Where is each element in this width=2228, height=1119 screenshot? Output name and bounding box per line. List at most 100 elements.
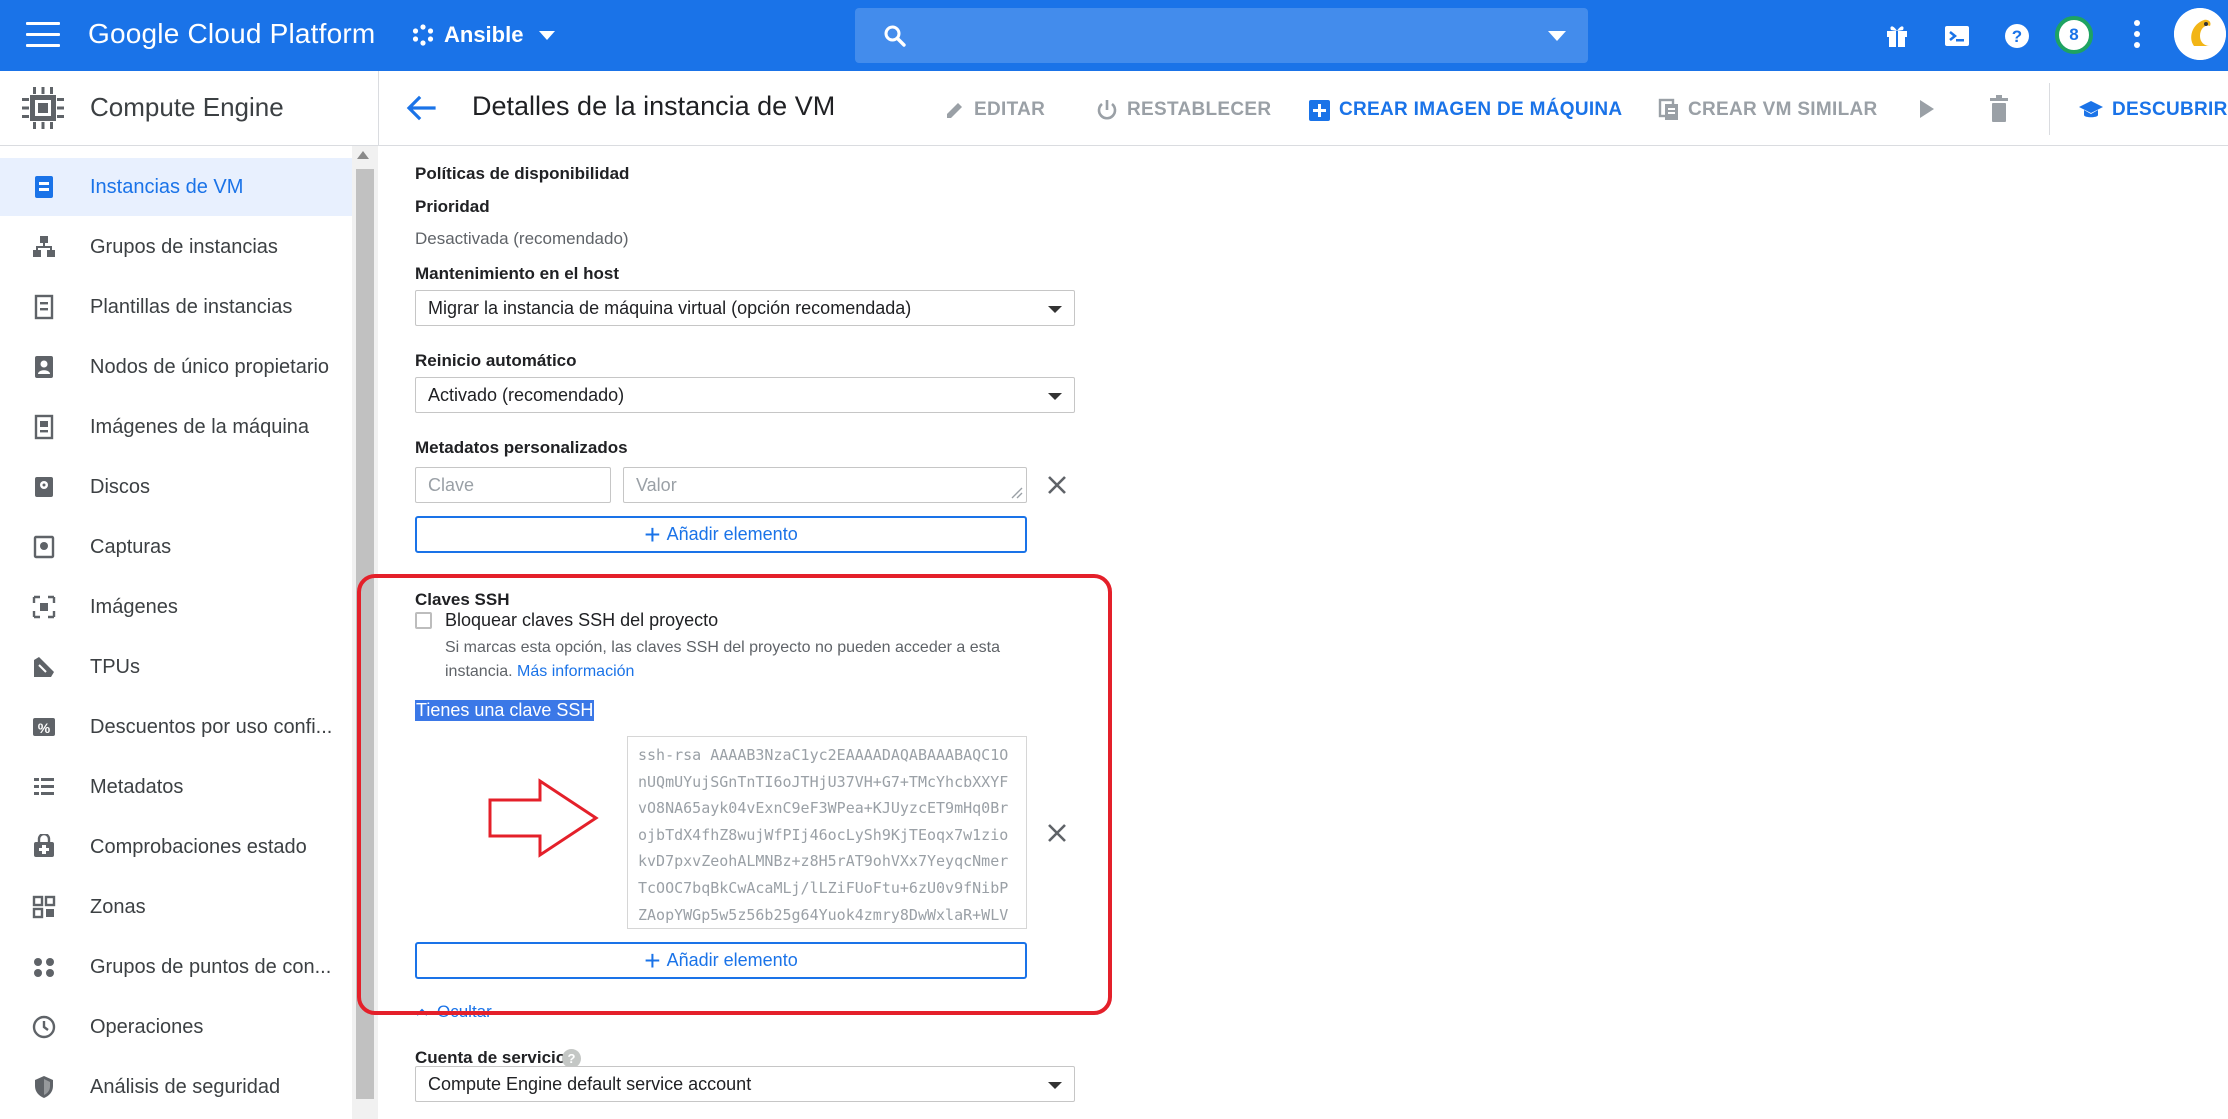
hide-label: Ocultar: [437, 1002, 492, 1021]
health-checks-icon: [34, 834, 54, 857]
create-similar-vm-label: CREAR VM SIMILAR: [1688, 99, 1878, 120]
service-account-select[interactable]: Compute Engine default service account: [415, 1066, 1075, 1102]
scroll-up-arrow-icon[interactable]: [357, 151, 369, 159]
sidebar-item-label: Zonas: [90, 895, 146, 918]
block-help-text: Si marcas esta opción, las claves SSH de…: [445, 636, 1000, 684]
custom-metadata-label: Metadatos personalizados: [415, 438, 628, 457]
host-maintenance-select[interactable]: Migrar la instancia de máquina virtual (…: [415, 290, 1075, 326]
page-title: Detalles de la instancia de VM: [472, 91, 836, 121]
service-account-label: Cuenta de servicio: [415, 1048, 567, 1067]
resize-handle-icon[interactable]: [1009, 485, 1023, 499]
hamburger-menu-icon[interactable]: [26, 22, 60, 48]
sidebar-item-disks[interactable]: Discos: [0, 458, 352, 516]
auto-restart-select[interactable]: Activado (recomendado): [415, 377, 1075, 413]
avatar-image: [2174, 8, 2226, 60]
power-icon: [1097, 100, 1117, 120]
compute-engine-icon: [22, 87, 64, 129]
discover-label: DESCUBRIR: [2112, 99, 2228, 120]
sidebar-item-label: Metadatos: [90, 775, 184, 798]
block-project-ssh-keys-checkbox[interactable]: [415, 612, 432, 629]
ssh-key-line: ojbTdX4fhZ8wujWfPIj46ocLySh9KjTEoqx7w1zi…: [638, 825, 1009, 844]
project-selector[interactable]: Ansible: [412, 14, 556, 56]
sidebar-item-network-endpoint-groups[interactable]: Grupos de puntos de con...: [0, 938, 352, 996]
ssh-keys-heading: Claves SSH: [415, 590, 510, 609]
sidebar-item-health-checks[interactable]: Comprobaciones estado: [0, 818, 352, 876]
more-vert-icon[interactable]: [2130, 20, 2144, 52]
sidebar-item-vm-instances[interactable]: Instancias de VM: [0, 158, 352, 216]
service-account-value: Compute Engine default service account: [428, 1073, 752, 1094]
ssh-key-line: nUQmUYujSGnTnTI6oJTHjU37VH+G7+TMcYhcbXXY…: [638, 772, 1009, 791]
add-metadata-item-button[interactable]: + Añadir elemento: [415, 516, 1027, 553]
sidebar-scrollbar-thumb[interactable]: [356, 169, 374, 1099]
sidebar-item-committed-use-discounts[interactable]: % Descuentos por uso confi...: [0, 698, 352, 756]
reset-label: RESTABLECER: [1127, 99, 1272, 120]
metadata-key-input[interactable]: Clave: [415, 467, 611, 503]
machine-images-icon: [34, 414, 54, 440]
top-app-bar: Google Cloud Platform Ansible ? 8: [0, 0, 2228, 71]
ssh-key-line: vO8NA65ayk04vExnC9eF3WPea+KJUyzcET9mHq0B…: [638, 799, 1009, 818]
brand-title[interactable]: Google Cloud Platform: [88, 18, 375, 50]
block-project-ssh-keys-label: Bloquear claves SSH del proyecto: [445, 610, 719, 630]
sidebar-item-instance-templates[interactable]: Plantillas de instancias: [0, 278, 352, 336]
create-machine-image-button[interactable]: CREAR IMAGEN DE MÁQUINA: [1308, 95, 1622, 125]
zones-icon: [32, 895, 56, 919]
sole-tenant-nodes-icon: [35, 356, 53, 378]
ssh-key-line: kvD7pxvZeohALMNBz+z8H5rAT9ohVXx7YeyqcNme…: [638, 852, 1009, 871]
header-divider: [378, 71, 379, 146]
svg-text:?: ?: [2012, 27, 2022, 46]
plus-icon: +: [644, 944, 661, 976]
sidebar-item-images[interactable]: Imágenes: [0, 578, 352, 636]
network-endpoint-groups-icon: [34, 958, 54, 977]
back-arrow-icon[interactable]: [404, 93, 438, 123]
copy-icon: [1658, 98, 1678, 120]
metadata-key-placeholder: Clave: [428, 474, 475, 495]
remove-metadata-close-icon[interactable]: [1044, 472, 1070, 498]
create-similar-vm-button[interactable]: CREAR VM SIMILAR: [1658, 95, 1878, 125]
sidebar-item-sole-tenant-nodes[interactable]: Nodos de único propietario: [0, 338, 352, 396]
delete-icon[interactable]: [1987, 95, 2011, 123]
sidebar-item-tpus[interactable]: TPUs: [0, 638, 352, 696]
ssh-key-textarea[interactable]: ssh-rsa AAAAB3NzaC1yc2EAAAADAQABAAABAQC1…: [627, 736, 1027, 929]
sidebar-item-label: Nodos de único propietario: [90, 355, 330, 378]
ssh-key-line: ZAopYWGp5w5z56b25g64Yuok4zmry8DwWxlaR+WL…: [638, 905, 1009, 924]
sidebar-item-label: Grupos de instancias: [90, 235, 278, 258]
search-input[interactable]: [855, 8, 1588, 63]
discover-button[interactable]: DESCUBRIR: [2078, 95, 2228, 125]
gift-icon[interactable]: [1881, 20, 1913, 52]
sidebar-item-machine-images[interactable]: Imágenes de la máquina: [0, 398, 352, 456]
sidebar-item-instance-groups[interactable]: Grupos de instancias: [0, 218, 352, 276]
snapshots-icon: [33, 535, 55, 559]
availability-policies-heading: Políticas de disponibilidad: [415, 164, 630, 183]
chevron-down-icon: [539, 30, 556, 40]
hide-toggle[interactable]: Ocultar: [415, 1002, 492, 1022]
add-ssh-key-button[interactable]: + Añadir elemento: [415, 942, 1027, 979]
sidebar-item-label: Descuentos por uso confi...: [90, 715, 333, 738]
remove-ssh-key-close-icon[interactable]: [1044, 820, 1070, 846]
sidebar-item-label: Instancias de VM: [90, 175, 244, 198]
project-name: Ansible: [444, 22, 524, 47]
add-box-icon: [1309, 99, 1330, 121]
edit-button[interactable]: EDITAR: [944, 95, 1045, 125]
metadata-icon: [34, 778, 54, 795]
sidebar-item-security-scans[interactable]: Análisis de seguridad: [0, 1058, 352, 1116]
ssh-key-line: ssh-rsa AAAAB3NzaC1yc2EAAAADAQABAAABAQC1…: [638, 746, 1009, 764]
cloud-shell-terminal-icon[interactable]: [1941, 20, 1973, 52]
search-dropdown-icon[interactable]: [1548, 31, 1566, 41]
sidebar-item-snapshots[interactable]: Capturas: [0, 518, 352, 576]
sidebar-item-operations[interactable]: Operaciones: [0, 998, 352, 1056]
notifications-badge[interactable]: 8: [2055, 16, 2093, 54]
help-icon[interactable]: ?: [2001, 20, 2033, 52]
play-icon[interactable]: [1917, 98, 1937, 120]
sidebar-item-label: Imágenes de la máquina: [90, 415, 310, 438]
sidebar-item-label: TPUs: [90, 655, 140, 678]
sidebar-item-label: Comprobaciones estado: [90, 835, 307, 858]
reset-button[interactable]: RESTABLECER: [1095, 95, 1271, 125]
tpus-icon: [34, 657, 54, 677]
svg-text:%: %: [38, 720, 51, 736]
more-info-link[interactable]: Más información: [517, 663, 634, 680]
instance-templates-icon: [34, 294, 54, 320]
sidebar-item-metadata[interactable]: Metadatos: [0, 758, 352, 816]
avatar[interactable]: [2174, 8, 2226, 60]
sidebar-item-zones[interactable]: Zonas: [0, 878, 352, 936]
metadata-value-input[interactable]: Valor: [623, 467, 1027, 503]
